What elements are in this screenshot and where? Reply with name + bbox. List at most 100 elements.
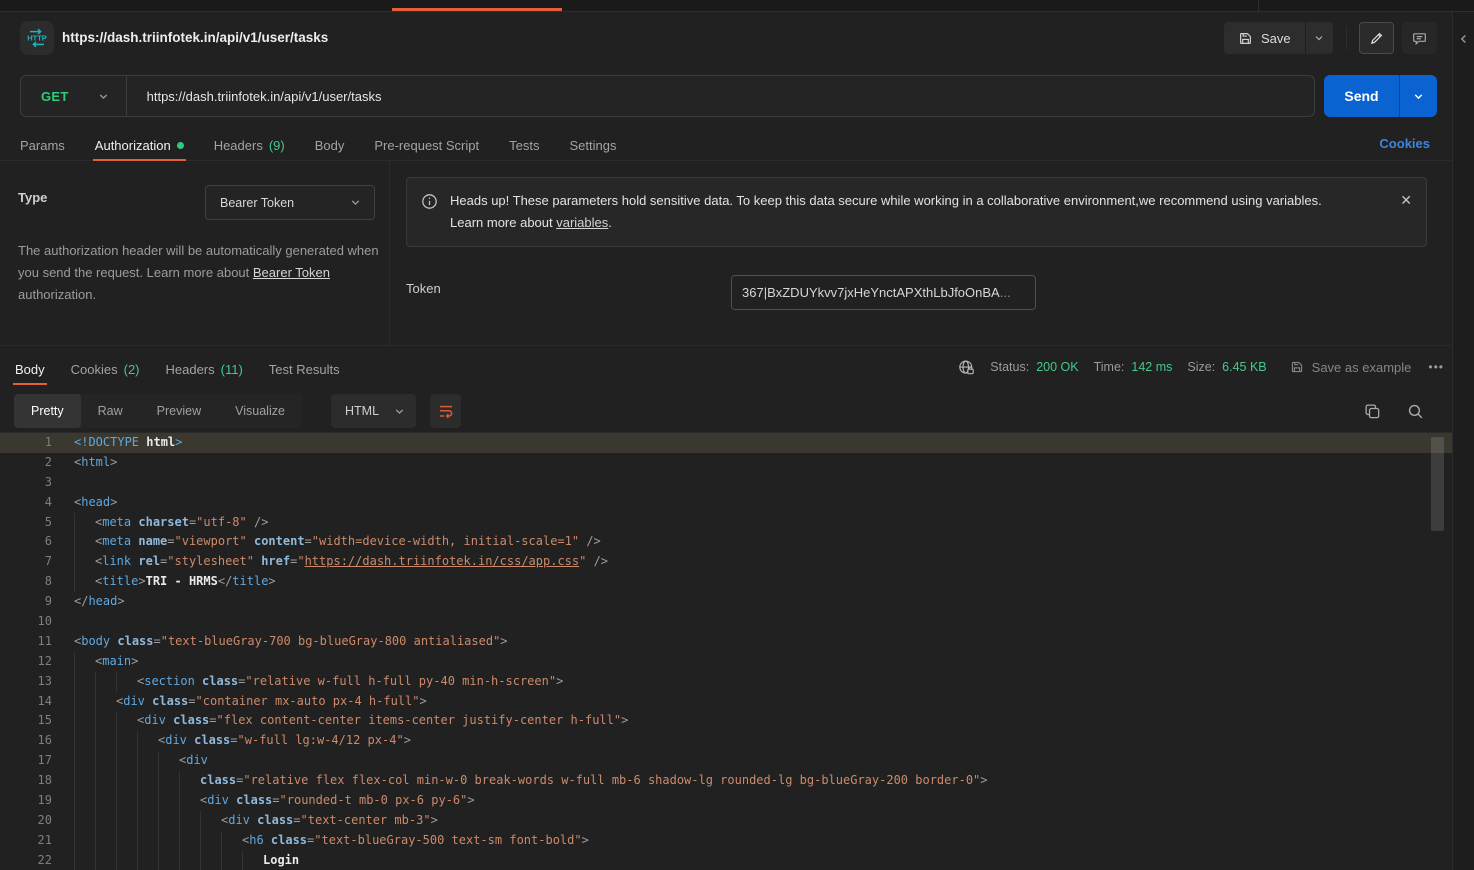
save-as-example-button[interactable]: Save as example bbox=[1290, 360, 1412, 375]
editor-scrollbar[interactable] bbox=[1431, 437, 1444, 531]
indent-guide bbox=[74, 711, 95, 731]
copy-icon[interactable] bbox=[1361, 400, 1383, 422]
app-window: HTTP https://dash.triinfotek.in/api/v1/u… bbox=[0, 0, 1474, 870]
code-line: 20 <div class="text-center mb-3"> bbox=[0, 811, 1452, 831]
save-options-button[interactable] bbox=[1305, 22, 1333, 54]
line-number: 11 bbox=[0, 632, 52, 652]
code-text: <main> bbox=[74, 652, 138, 672]
view-tab-pretty[interactable]: Pretty bbox=[14, 394, 81, 428]
response-tab-body[interactable]: Body bbox=[15, 353, 45, 385]
wrap-text-button[interactable] bbox=[430, 394, 461, 428]
indent-guide bbox=[74, 572, 95, 592]
indent-guide bbox=[116, 731, 137, 751]
time-label: Time: bbox=[1094, 360, 1125, 374]
url-input[interactable]: https://dash.triinfotek.in/api/v1/user/t… bbox=[127, 89, 1314, 104]
tab-settings[interactable]: Settings bbox=[569, 129, 616, 161]
code-line: 17<div bbox=[0, 751, 1452, 771]
code-line: 5<meta charset="utf-8" /> bbox=[0, 513, 1452, 533]
indent-guide bbox=[95, 771, 116, 791]
response-tab-test-results[interactable]: Test Results bbox=[269, 353, 340, 385]
network-info-icon[interactable] bbox=[958, 359, 975, 376]
response-tab-headers[interactable]: Headers(11) bbox=[166, 353, 243, 385]
code-line: 15<div class="flex content-center items-… bbox=[0, 711, 1452, 731]
cookies-link[interactable]: Cookies bbox=[1379, 136, 1430, 151]
code-text: <body class="text-blueGray-700 bg-blueGr… bbox=[74, 632, 508, 652]
indent-guide bbox=[179, 791, 200, 811]
indent-guide bbox=[74, 831, 95, 851]
tab-label: Pre-request Script bbox=[374, 138, 479, 153]
save-icon bbox=[1238, 31, 1253, 46]
code-line: 22Login bbox=[0, 851, 1452, 870]
save-button[interactable]: Save bbox=[1224, 22, 1305, 54]
method-select[interactable]: GET bbox=[21, 76, 126, 116]
indent-guide bbox=[179, 771, 200, 791]
token-input[interactable]: 367|BxZDUYkvv7jxHeYnctAPXthLbJfoOnBA... bbox=[731, 275, 1036, 310]
indent-guide bbox=[158, 851, 179, 870]
comments-button[interactable] bbox=[1402, 22, 1437, 54]
banner-close-button[interactable]: ✕ bbox=[1400, 192, 1412, 209]
view-tab-preview[interactable]: Preview bbox=[140, 394, 218, 428]
indent-guide bbox=[95, 711, 116, 731]
tab-authorization[interactable]: Authorization bbox=[95, 129, 184, 161]
code-text: <div class="text-center mb-3"> bbox=[74, 811, 438, 831]
send-button[interactable]: Send bbox=[1324, 75, 1399, 117]
search-icon[interactable] bbox=[1404, 400, 1426, 422]
size-label: Size: bbox=[1187, 360, 1215, 374]
indent-guide bbox=[158, 751, 179, 771]
code-text: <section class="relative w-full h-full p… bbox=[74, 672, 563, 692]
tab-count: (9) bbox=[269, 138, 285, 153]
view-tab-raw[interactable]: Raw bbox=[81, 394, 140, 428]
tab-pre-request-script[interactable]: Pre-request Script bbox=[374, 129, 479, 161]
indent-guide bbox=[200, 831, 221, 851]
indent-guide bbox=[179, 831, 200, 851]
auth-type-select[interactable]: Bearer Token bbox=[205, 185, 375, 220]
modified-dot-icon bbox=[177, 142, 184, 149]
chevron-down-icon bbox=[349, 196, 362, 209]
tab-tests[interactable]: Tests bbox=[509, 129, 539, 161]
collapse-sidebar-icon[interactable] bbox=[1455, 30, 1473, 48]
code-line: 18class="relative flex flex-col min-w-0 … bbox=[0, 771, 1452, 791]
tab-label: Headers bbox=[214, 138, 263, 153]
indent-guide bbox=[242, 851, 263, 870]
line-number: 6 bbox=[0, 532, 52, 552]
bearer-token-link[interactable]: Bearer Token bbox=[253, 265, 330, 280]
line-number: 22 bbox=[0, 851, 52, 870]
line-number: 21 bbox=[0, 831, 52, 851]
indent-guide bbox=[116, 851, 137, 870]
line-number: 15 bbox=[0, 711, 52, 731]
tab-body[interactable]: Body bbox=[315, 129, 345, 161]
variables-link[interactable]: variables bbox=[556, 215, 608, 230]
workspace-tab-bar bbox=[0, 0, 1474, 12]
line-number: 9 bbox=[0, 592, 52, 612]
indent-guide bbox=[137, 791, 158, 811]
response-tab-cookies[interactable]: Cookies(2) bbox=[71, 353, 140, 385]
response-tabs: Body Cookies(2) Headers(11) Test Results bbox=[15, 352, 340, 386]
line-number: 12 bbox=[0, 652, 52, 672]
chevron-down-icon bbox=[1313, 32, 1325, 44]
code-text: <html> bbox=[74, 453, 117, 473]
indent-guide bbox=[95, 851, 116, 870]
banner-text: Heads up! These parameters hold sensitiv… bbox=[450, 190, 1388, 234]
edit-button[interactable] bbox=[1359, 22, 1394, 54]
code-line: 2<html> bbox=[0, 453, 1452, 473]
format-select[interactable]: HTML bbox=[331, 394, 416, 428]
indent-guide bbox=[74, 751, 95, 771]
send-options-button[interactable] bbox=[1399, 75, 1437, 117]
code-line: 4<head> bbox=[0, 493, 1452, 513]
tab-params[interactable]: Params bbox=[20, 129, 65, 161]
code-text: <div bbox=[74, 751, 208, 771]
pencil-icon bbox=[1369, 31, 1384, 46]
view-tab-visualize[interactable]: Visualize bbox=[218, 394, 302, 428]
indent-guide bbox=[221, 831, 242, 851]
line-number: 10 bbox=[0, 612, 52, 632]
line-number: 13 bbox=[0, 672, 52, 692]
indent-guide bbox=[137, 851, 158, 870]
tab-headers[interactable]: Headers (9) bbox=[214, 129, 285, 161]
size-value: 6.45 KB bbox=[1222, 360, 1266, 374]
indent-guide bbox=[158, 771, 179, 791]
indent-guide bbox=[137, 771, 158, 791]
indent-guide bbox=[116, 751, 137, 771]
more-options-icon[interactable]: ••• bbox=[1428, 360, 1444, 374]
line-number: 20 bbox=[0, 811, 52, 831]
tab-label: Body bbox=[15, 362, 45, 377]
